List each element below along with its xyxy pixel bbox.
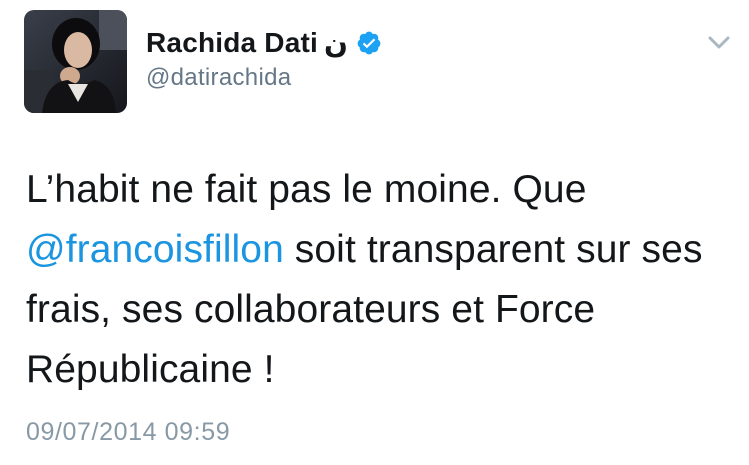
handle[interactable]: @datirachida [146, 64, 382, 92]
mention-link[interactable]: @francoisfillon [26, 228, 284, 271]
tweet-line-4: Républicaine ! [26, 348, 275, 391]
name-suffix: ن [324, 27, 348, 59]
tweet-line-2: @francoisfillon soit transparent sur ses [26, 220, 726, 280]
tweet-line-2-text: soit transparent sur ses [283, 228, 703, 271]
name-row: Rachida Dati ن [146, 24, 382, 62]
tweet-line-1: L’habit ne fait pas le moine. Que [26, 168, 587, 211]
tweet-card: Rachida Dati ن @datirachida L’habit ne f… [0, 0, 749, 465]
display-name[interactable]: Rachida Dati [146, 27, 318, 59]
tweet-line-3: frais, ses collaborateurs et Force [26, 288, 596, 331]
verified-badge-icon [356, 30, 382, 56]
tweet-text: L’habit ne fait pas le moine. Que @franc… [26, 160, 726, 400]
avatar[interactable] [24, 10, 127, 113]
avatar-image [24, 10, 127, 113]
chevron-down-icon[interactable] [707, 34, 731, 52]
author-block: Rachida Dati ن @datirachida [146, 24, 382, 92]
timestamp[interactable]: 09/07/2014 09:59 [26, 418, 230, 447]
